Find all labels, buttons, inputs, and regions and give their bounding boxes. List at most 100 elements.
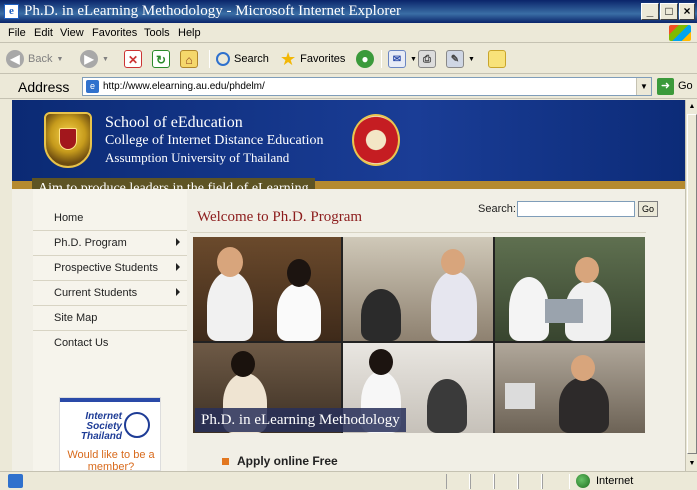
nav-item-home[interactable]: Home bbox=[33, 206, 187, 231]
menu-file[interactable]: File bbox=[8, 27, 26, 39]
nav-item-prospective-students[interactable]: Prospective Students bbox=[33, 256, 187, 281]
page-body: Home Ph.D. Program Prospective Students … bbox=[12, 189, 685, 471]
university-name: Assumption University of Thailand bbox=[105, 150, 290, 165]
site-search-label: Search: bbox=[478, 203, 516, 215]
forward-dropdown-icon: ▼ bbox=[102, 55, 109, 63]
status-panel bbox=[494, 474, 518, 489]
edit-button[interactable]: ✎ ▼ bbox=[446, 48, 475, 70]
menu-favorites[interactable]: Favorites bbox=[92, 27, 137, 39]
page-title: Welcome to Ph.D. Program bbox=[197, 209, 363, 225]
photo-group-study bbox=[343, 237, 493, 341]
edit-icon: ✎ bbox=[446, 50, 464, 68]
back-arrow-icon: ◀ bbox=[6, 50, 24, 68]
isoc-name: Internet Society Thailand bbox=[72, 412, 122, 442]
page-status-icon bbox=[8, 474, 23, 488]
messenger-button[interactable] bbox=[488, 48, 506, 70]
favorites-button[interactable]: ★ Favorites bbox=[280, 48, 345, 70]
photo-figure bbox=[361, 289, 401, 341]
address-dropdown-icon[interactable]: ▼ bbox=[636, 78, 651, 95]
menu-edit[interactable]: Edit bbox=[34, 27, 53, 39]
globe-icon bbox=[124, 412, 150, 438]
window-title: Ph.D. in eLearning Methodology - Microso… bbox=[24, 3, 401, 19]
maximize-button[interactable]: □ bbox=[660, 3, 678, 20]
photo-figure-head bbox=[231, 351, 255, 377]
mail-icon: ✉ bbox=[388, 50, 406, 68]
sidebar-nav: Home Ph.D. Program Prospective Students … bbox=[33, 189, 187, 471]
site-search-go-button[interactable]: Go bbox=[638, 201, 658, 217]
messenger-icon bbox=[488, 50, 506, 68]
toolbar-separator bbox=[381, 50, 382, 68]
go-button[interactable]: Go bbox=[678, 80, 693, 92]
media-button[interactable]: ● bbox=[356, 48, 374, 70]
toolbar: ◀ Back ▼ ▶ ▼ ✕ ↻ ⌂ Search ★ Favorites ● bbox=[0, 44, 697, 74]
search-icon bbox=[216, 52, 230, 66]
close-button[interactable]: × bbox=[679, 3, 695, 20]
apply-online-link[interactable]: Apply online Free bbox=[222, 454, 338, 468]
photo-figure bbox=[427, 379, 467, 433]
go-arrow-icon[interactable]: ➜ bbox=[657, 78, 674, 95]
nav-item-site-map[interactable]: Site Map bbox=[33, 306, 187, 331]
crest-shield bbox=[59, 128, 77, 150]
status-panel bbox=[446, 474, 470, 489]
status-panel bbox=[470, 474, 494, 489]
back-dropdown-icon: ▼ bbox=[56, 55, 64, 63]
nav-item-label: Site Map bbox=[54, 312, 98, 324]
page-viewport: School of eEducation College of Internet… bbox=[12, 100, 685, 471]
submenu-arrow-icon bbox=[176, 238, 180, 246]
photo-figure bbox=[207, 271, 253, 341]
menu-view[interactable]: View bbox=[60, 27, 84, 39]
nav-item-label: Home bbox=[54, 212, 84, 224]
nav-item-current-students[interactable]: Current Students bbox=[33, 281, 187, 306]
refresh-button[interactable]: ↻ bbox=[152, 48, 170, 70]
title-bar: e Ph.D. in eLearning Methodology - Micro… bbox=[0, 0, 697, 23]
home-button[interactable]: ⌂ bbox=[180, 48, 198, 70]
photo-student-desk bbox=[495, 343, 645, 433]
address-input[interactable]: e http://www.elearning.au.edu/phdelm/ ▼ bbox=[82, 77, 652, 96]
membership-prompt: Would like to be a member? bbox=[67, 449, 155, 471]
school-name: School of eEducation bbox=[105, 114, 243, 131]
back-label: Back bbox=[28, 53, 53, 65]
menu-tools[interactable]: Tools bbox=[144, 27, 170, 39]
site-search-input[interactable] bbox=[517, 201, 635, 217]
university-crest-icon bbox=[44, 112, 92, 168]
internet-zone-icon bbox=[576, 474, 590, 488]
vertical-scrollbar[interactable]: ▲ ▼ bbox=[685, 100, 697, 471]
internet-explorer-icon: e bbox=[4, 4, 19, 19]
search-label: Search bbox=[234, 53, 269, 65]
stop-button[interactable]: ✕ bbox=[124, 48, 142, 70]
scroll-up-icon[interactable]: ▲ bbox=[686, 100, 697, 114]
stop-icon: ✕ bbox=[124, 50, 142, 68]
laptop-icon bbox=[545, 299, 583, 323]
page-icon: e bbox=[86, 80, 99, 93]
forward-button[interactable]: ▶ ▼ bbox=[80, 48, 109, 70]
mail-dropdown-icon: ▼ bbox=[410, 55, 417, 63]
photo-figure bbox=[559, 377, 609, 433]
mail-button[interactable]: ✉ ▼ bbox=[388, 48, 417, 70]
print-button[interactable]: ⎙ bbox=[418, 48, 436, 70]
browser-window: e Ph.D. in eLearning Methodology - Micro… bbox=[0, 0, 697, 490]
title-underline bbox=[190, 232, 646, 233]
photo-figure bbox=[431, 271, 477, 341]
scrollbar-thumb[interactable] bbox=[687, 114, 697, 454]
monitor-icon bbox=[505, 383, 535, 409]
apply-online-label: Apply online Free bbox=[237, 454, 338, 468]
nav-item-phd-program[interactable]: Ph.D. Program bbox=[33, 231, 187, 256]
internet-society-thailand-banner[interactable]: Internet Society Thailand Would like to … bbox=[59, 397, 161, 471]
nav-item-label: Contact Us bbox=[54, 337, 109, 349]
menu-help[interactable]: Help bbox=[178, 27, 201, 39]
nav-item-label: Ph.D. Program bbox=[54, 237, 127, 249]
scroll-down-icon[interactable]: ▼ bbox=[686, 457, 697, 471]
minimize-button[interactable]: _ bbox=[641, 3, 659, 20]
photo-figure-head bbox=[217, 247, 243, 277]
back-button[interactable]: ◀ Back ▼ bbox=[6, 48, 63, 70]
photo-figure-head bbox=[287, 259, 311, 287]
windows-logo-icon bbox=[669, 25, 691, 41]
search-button[interactable]: Search bbox=[216, 48, 269, 70]
photo-students-laptop bbox=[495, 237, 645, 341]
media-icon: ● bbox=[356, 50, 374, 68]
submenu-arrow-icon bbox=[176, 288, 180, 296]
banner-top-stripe bbox=[60, 398, 160, 402]
photo-figure bbox=[509, 277, 549, 341]
star-icon: ★ bbox=[280, 48, 297, 69]
nav-item-contact-us[interactable]: Contact Us bbox=[33, 331, 187, 356]
